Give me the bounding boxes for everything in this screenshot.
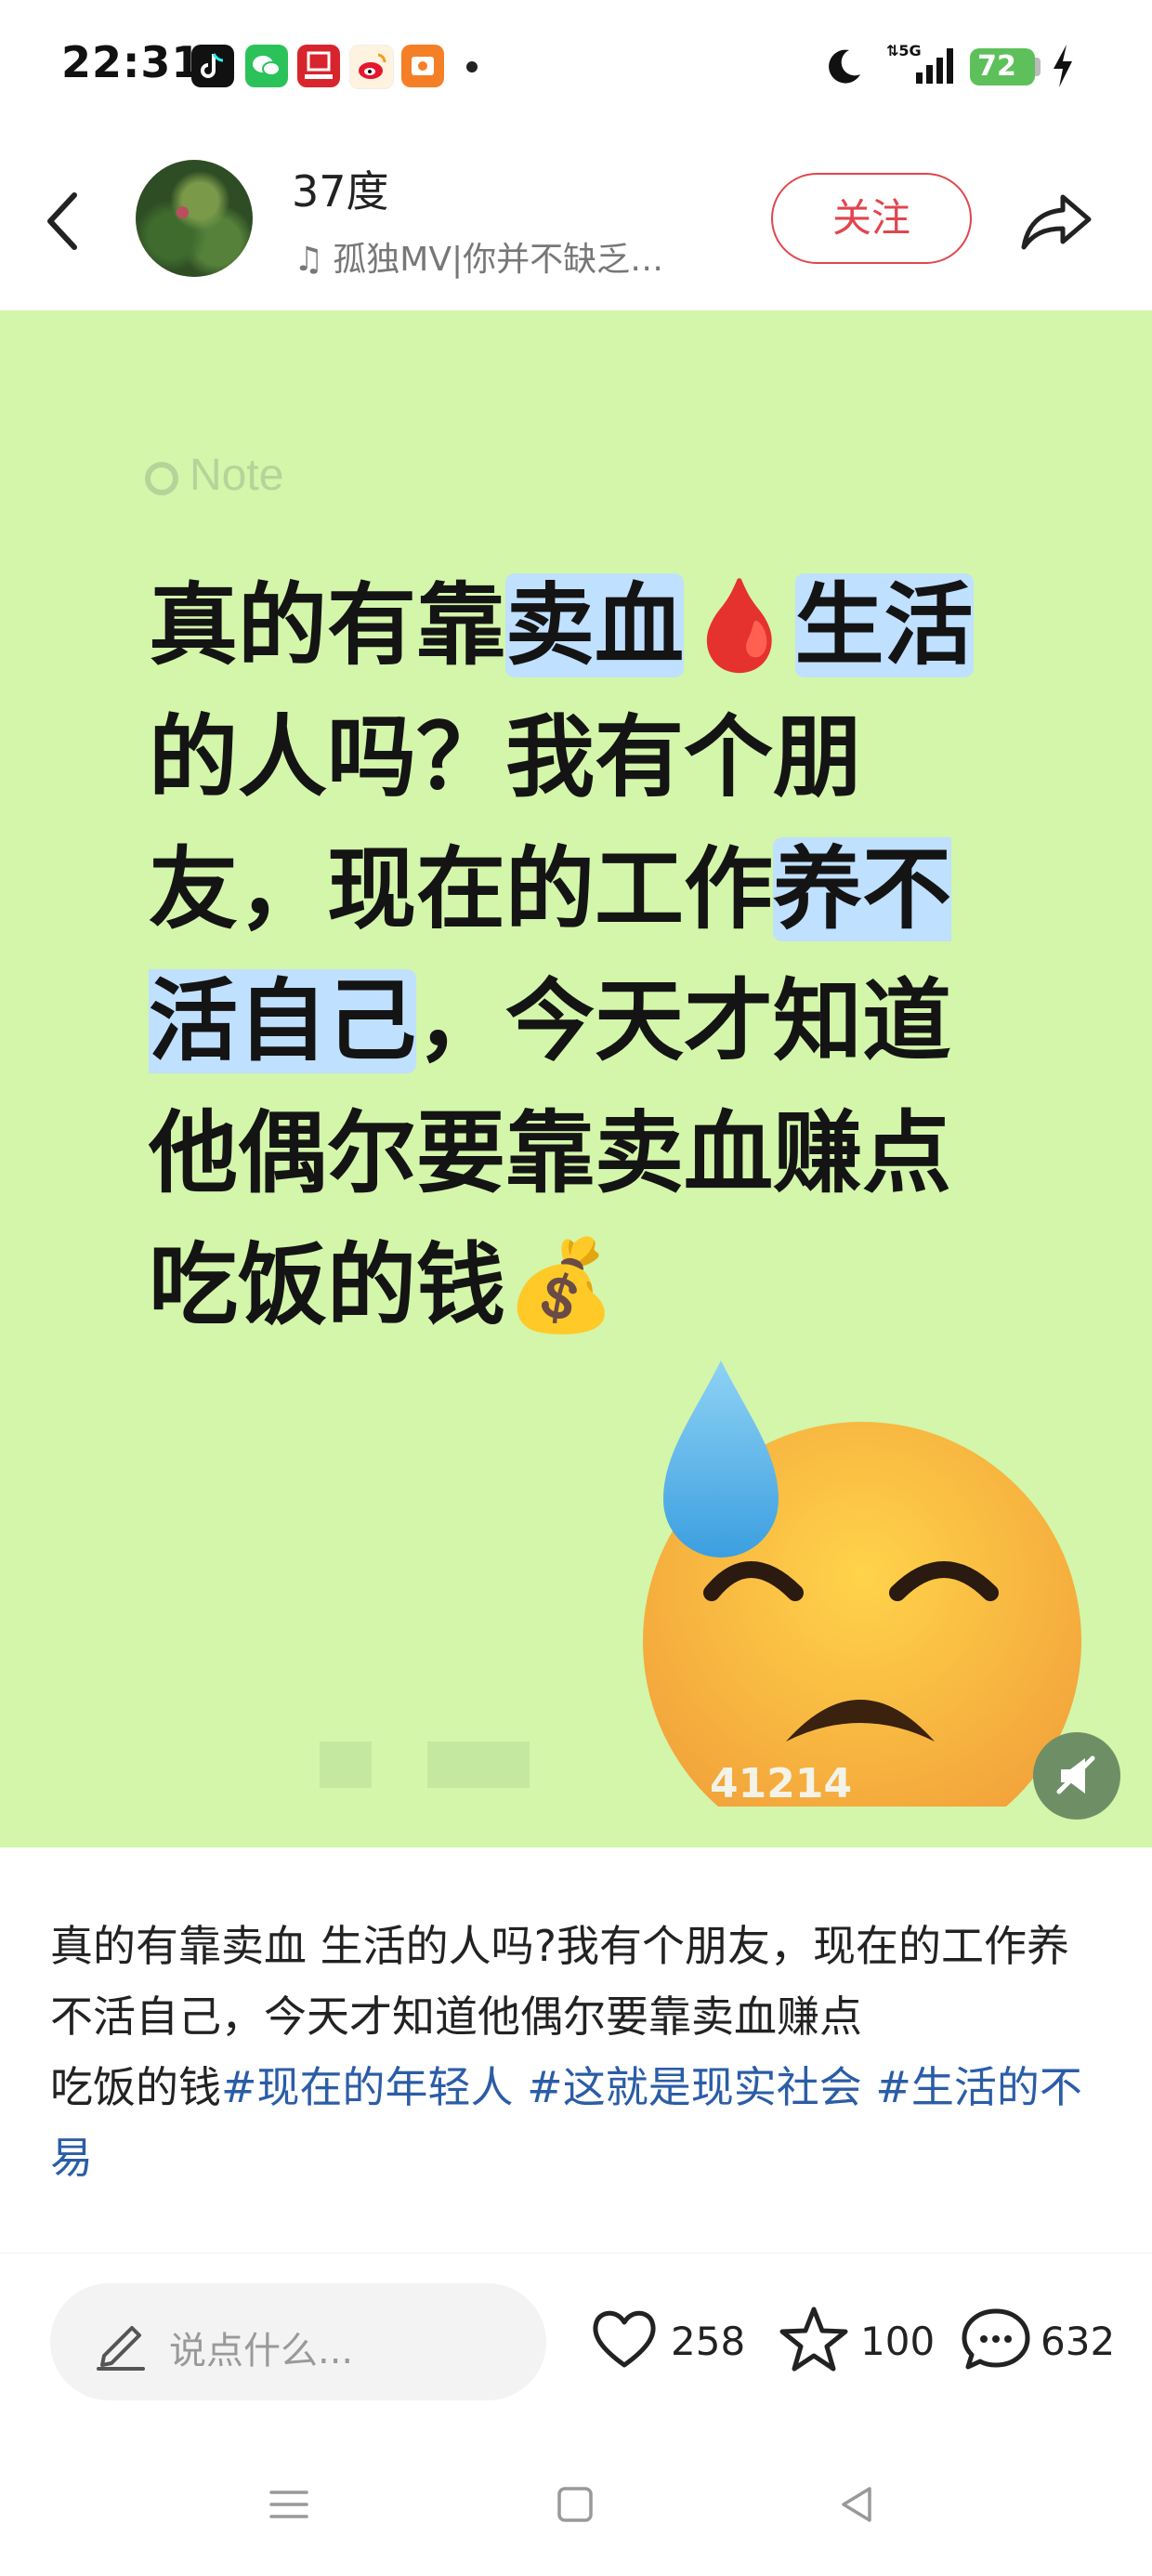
weibo-icon: [349, 45, 394, 89]
svg-text:⇅5G: ⇅5G: [886, 42, 922, 59]
caption-text: 吃饭的钱: [50, 2062, 221, 2112]
status-bar: 22:31 ⇅5G 72: [0, 0, 1152, 130]
hashtag-link[interactable]: #这就是现实社会: [527, 2062, 862, 2112]
chat-bubble-icon: [962, 2308, 1030, 2370]
music-note-icon: ♫: [294, 241, 324, 279]
star-icon: [779, 2307, 848, 2372]
bottom-action-bar: 说点什么... 258 100 632: [0, 2253, 1152, 2412]
hashtag-link[interactable]: #现在的年轻人: [221, 2062, 514, 2112]
headline-highlight: 卖血: [505, 573, 684, 677]
avatar[interactable]: [136, 160, 253, 277]
post-image[interactable]: Note 真的有靠卖血🩸生活的人吗？我有个朋友，现在的工作养不活自己，今天才知道…: [0, 310, 1152, 1847]
battery-cap: [1035, 58, 1041, 76]
wechat-icon: [245, 45, 288, 87]
tiktok-icon: [191, 45, 234, 87]
headline-seg: 真的有靠: [149, 573, 505, 677]
share-icon: [1021, 194, 1092, 250]
music-info[interactable]: ♫ 孤独MV|你并不缺乏…: [294, 232, 721, 281]
back-triangle-icon[interactable]: [834, 2481, 881, 2528]
comment-count: 632: [1041, 2319, 1116, 2364]
mute-button[interactable]: [1033, 1732, 1120, 1820]
author-name[interactable]: 37度: [292, 158, 389, 219]
like-button[interactable]: 258: [589, 2306, 745, 2380]
back-button[interactable]: [37, 184, 93, 258]
image-watermark-id: 41214: [710, 1760, 853, 1807]
blurred-region: [427, 1741, 530, 1788]
system-nav-bar: [0, 2435, 1152, 2576]
chevron-left-icon: [47, 192, 77, 250]
music-title: 孤独MV|你并不缺乏…: [333, 241, 664, 279]
favorite-count: 100: [860, 2319, 936, 2364]
heart-icon: [593, 2310, 656, 2368]
headline-highlight: 生活: [794, 573, 974, 677]
post-caption: 真的有靠卖血 生活的人吗?我有个朋友，现在的工作养不活自己，今天才知道他偶尔要靠…: [50, 1911, 1109, 2254]
speaker-mute-icon: [1056, 1755, 1095, 1794]
finance-app-icon: [297, 45, 340, 87]
follow-button[interactable]: 关注: [771, 173, 972, 264]
image-headline: 真的有靠卖血🩸生活的人吗？我有个朋友，现在的工作养不活自己，今天才知道他偶尔要靠…: [149, 559, 1022, 1351]
circle-icon: [145, 462, 178, 495]
blurred-region: [320, 1741, 372, 1788]
comment-input[interactable]: 说点什么...: [50, 2283, 546, 2400]
battery-icon: 72: [970, 48, 1035, 85]
clock: 22:31: [61, 37, 203, 87]
favorite-button[interactable]: 100: [779, 2306, 935, 2380]
like-count: 258: [671, 2319, 746, 2364]
money-bag-emoji: 💰: [505, 1233, 617, 1337]
battery-level: 72: [977, 50, 1016, 83]
signal-icon: ⇅5G: [886, 42, 953, 84]
blood-drop-emoji: 🩸: [684, 573, 795, 677]
orange-app-icon: [401, 45, 444, 87]
home-square-icon[interactable]: [552, 2481, 598, 2528]
post-header: 37度 ♫ 孤独MV|你并不缺乏… 关注: [0, 139, 1152, 307]
caption-text: 真的有靠卖血 生活的人吗?我有个朋友，现在的工作养不活自己，今天才知道他偶尔要靠…: [50, 1921, 1070, 2042]
headline-seg: 的人吗？我有个朋友，现在的工作: [149, 705, 862, 941]
pencil-icon: [97, 2326, 145, 2371]
menu-icon[interactable]: [266, 2481, 312, 2528]
charging-icon: [1054, 45, 1072, 87]
comment-placeholder: 说点什么...: [169, 2330, 354, 2372]
moon-icon: [829, 49, 860, 84]
notification-dot: [466, 61, 478, 72]
note-watermark: Note: [145, 450, 283, 501]
comment-button[interactable]: 632: [961, 2306, 1119, 2380]
note-brand-text: Note: [190, 451, 284, 500]
share-button[interactable]: [1018, 184, 1096, 258]
